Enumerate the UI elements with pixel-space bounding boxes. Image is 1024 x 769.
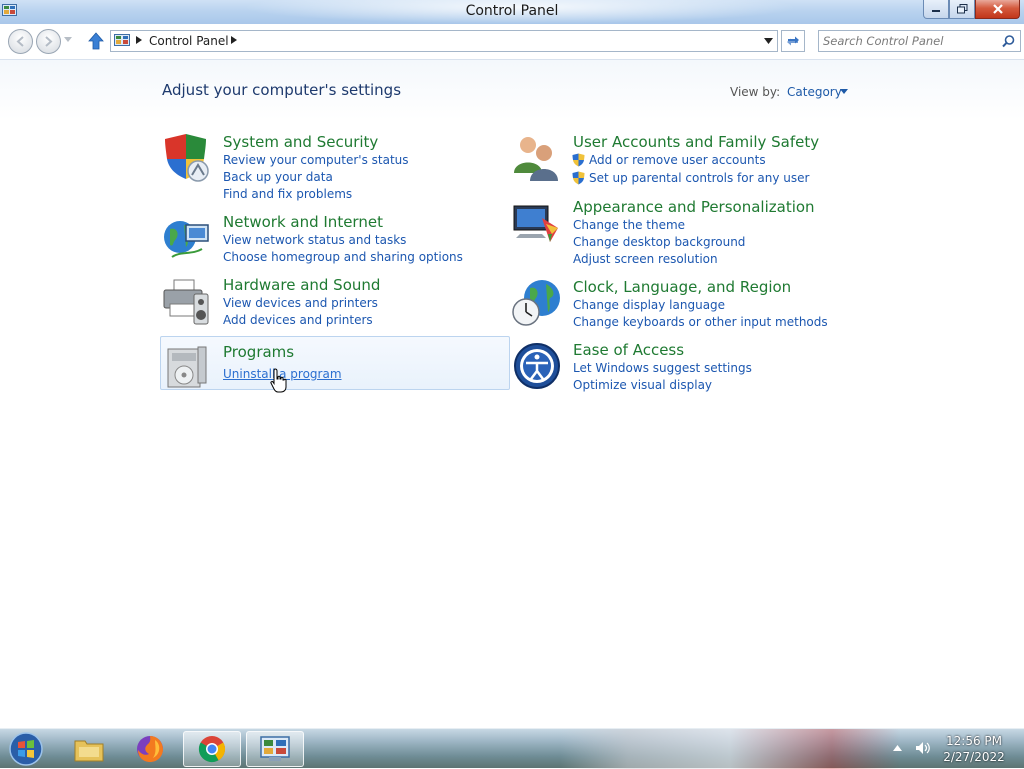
- navigation-bar: Control Panel: [0, 24, 1024, 59]
- close-button[interactable]: [975, 0, 1020, 19]
- breadcrumb-chevron-icon[interactable]: [231, 36, 237, 44]
- wallpaper-detail: [560, 729, 900, 769]
- link-back-up-data[interactable]: Back up your data: [223, 170, 333, 184]
- start-button[interactable]: [6, 731, 46, 767]
- taskbar-control-panel[interactable]: [246, 731, 304, 767]
- view-by-dropdown[interactable]: Category: [787, 85, 842, 99]
- category-title[interactable]: System and Security: [223, 133, 378, 151]
- link-optimize-display[interactable]: Optimize visual display: [573, 378, 712, 392]
- link-suggest-settings[interactable]: Let Windows suggest settings: [573, 361, 752, 375]
- close-icon: [992, 4, 1003, 14]
- link-view-network-status[interactable]: View network status and tasks: [223, 233, 406, 247]
- volume-icon[interactable]: [915, 741, 931, 755]
- breadcrumb-control-panel[interactable]: Control Panel: [149, 34, 229, 48]
- link-find-fix-problems[interactable]: Find and fix problems: [223, 187, 352, 201]
- link-change-keyboards[interactable]: Change keyboards or other input methods: [573, 315, 828, 329]
- monitor-palette-icon: [513, 205, 558, 242]
- clock-globe-icon: [512, 280, 560, 326]
- back-arrow-icon: [16, 36, 24, 47]
- recent-pages-dropdown-icon[interactable]: [64, 37, 72, 42]
- category-title[interactable]: Programs: [223, 343, 294, 361]
- category-title[interactable]: Ease of Access: [573, 341, 684, 359]
- show-hidden-icons-icon[interactable]: [893, 745, 902, 751]
- firefox-icon: [137, 736, 163, 762]
- restore-icon: [956, 4, 967, 14]
- category-title[interactable]: Appearance and Personalization: [573, 198, 815, 216]
- up-arrow-icon[interactable]: [87, 32, 105, 50]
- title-bar: Control Panel: [0, 0, 1024, 24]
- minimize-icon: [932, 10, 940, 12]
- printer-speaker-icon: [163, 279, 209, 325]
- taskbar-file-explorer[interactable]: [60, 731, 118, 767]
- search-icon[interactable]: [1002, 35, 1015, 48]
- taskbar: 12:56 PM 2/27/2022: [0, 728, 1024, 769]
- search-box[interactable]: [818, 30, 1021, 52]
- link-parental-controls[interactable]: Set up parental controls for any user: [589, 171, 809, 185]
- refresh-button[interactable]: [781, 30, 805, 52]
- link-adjust-resolution[interactable]: Adjust screen resolution: [573, 252, 718, 266]
- refresh-icon: [787, 36, 799, 46]
- control-panel-icon: [114, 34, 130, 46]
- programs-box-icon: [167, 346, 207, 388]
- network-globe-icon: [164, 221, 209, 258]
- maximize-button[interactable]: [949, 0, 975, 19]
- search-input[interactable]: [823, 33, 999, 49]
- address-bar[interactable]: Control Panel: [110, 30, 778, 52]
- category-title[interactable]: User Accounts and Family Safety: [573, 133, 819, 151]
- address-dropdown-icon[interactable]: [764, 38, 773, 44]
- forward-arrow-icon: [45, 36, 53, 47]
- chevron-down-icon[interactable]: [840, 89, 848, 94]
- programs-hover-highlight: [160, 336, 510, 390]
- clock-date: 2/27/2022: [943, 750, 1005, 764]
- forward-button[interactable]: [36, 29, 61, 54]
- minimize-button[interactable]: [923, 0, 949, 19]
- breadcrumb-chevron-icon[interactable]: [136, 36, 142, 44]
- link-change-theme[interactable]: Change the theme: [573, 218, 685, 232]
- link-add-devices-printers[interactable]: Add devices and printers: [223, 313, 373, 327]
- users-icon: [514, 137, 558, 181]
- category-title[interactable]: Clock, Language, and Region: [573, 278, 791, 296]
- back-button[interactable]: [8, 29, 33, 54]
- category-title[interactable]: Network and Internet: [223, 213, 383, 231]
- category-title[interactable]: Hardware and Sound: [223, 276, 380, 294]
- chrome-icon: [198, 736, 226, 763]
- taskbar-firefox[interactable]: [121, 731, 179, 767]
- link-change-display-language[interactable]: Change display language: [573, 298, 725, 312]
- hand-cursor-icon: [270, 368, 287, 393]
- security-shield-icon: [165, 134, 209, 182]
- window-title: Control Panel: [465, 3, 559, 19]
- uac-shield-icon: [572, 171, 585, 185]
- link-change-background[interactable]: Change desktop background: [573, 235, 745, 249]
- taskbar-chrome[interactable]: [183, 731, 241, 767]
- view-by-label: View by:: [730, 85, 781, 99]
- system-clock[interactable]: 12:56 PM 2/27/2022: [935, 733, 1013, 765]
- page-title: Adjust your computer's settings: [162, 81, 402, 99]
- ease-of-access-icon: [514, 343, 560, 389]
- link-review-status[interactable]: Review your computer's status: [223, 153, 409, 167]
- link-homegroup-sharing[interactable]: Choose homegroup and sharing options: [223, 250, 463, 264]
- link-add-remove-accounts[interactable]: Add or remove user accounts: [589, 153, 766, 167]
- clock-time: 12:56 PM: [946, 734, 1002, 748]
- uac-shield-icon: [572, 153, 585, 167]
- folder-icon: [74, 740, 104, 762]
- control-panel-icon: [260, 736, 290, 761]
- link-view-devices-printers[interactable]: View devices and printers: [223, 296, 378, 310]
